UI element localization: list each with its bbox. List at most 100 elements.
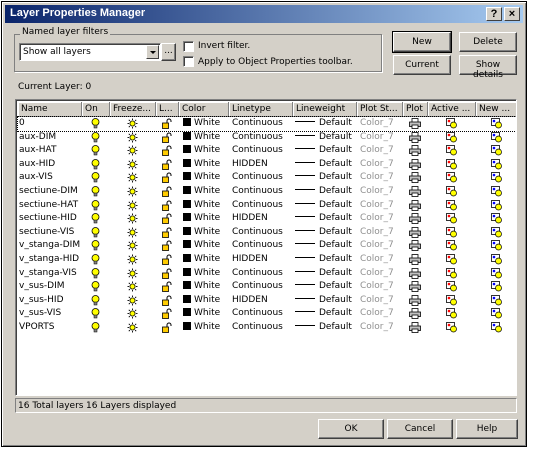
lightbulb-on-icon[interactable] [91,254,100,268]
title-bar[interactable]: Layer Properties Manager ? × [5,5,523,23]
layer-lineweight-cell[interactable]: Default [295,144,357,158]
unlock-icon[interactable] [162,281,172,295]
sun-thawed-icon[interactable] [127,213,138,227]
layer-linetype[interactable]: HIDDEN [232,158,292,172]
column-header-7[interactable]: Plot St... [357,102,403,117]
unlock-icon[interactable] [162,295,172,309]
layer-row[interactable]: v_stanga-VIS White Continuous Default Color_… [18,267,516,282]
layer-row[interactable]: sectiune-HID White HIDDEN Default Color_7 [18,212,516,227]
new-viewport-freeze-icon[interactable] [491,267,503,282]
layer-linetype[interactable]: Continuous [232,131,292,145]
printer-icon[interactable] [409,213,421,227]
layer-linetype[interactable]: Continuous [232,117,292,131]
column-header-2[interactable]: Freeze... [110,102,156,117]
layer-color-cell[interactable]: White [183,307,229,321]
sun-thawed-icon[interactable] [127,118,138,132]
sun-thawed-icon[interactable] [127,145,138,159]
layer-lineweight-cell[interactable]: Default [295,294,357,308]
layer-row[interactable]: VPORTS White Continuous Default Color_7 [18,321,516,336]
viewport-freeze-icon[interactable] [446,131,458,146]
column-header-9[interactable]: Active ... [428,102,476,117]
set-current-button[interactable]: Current [393,55,451,75]
lightbulb-on-icon[interactable] [91,322,100,336]
layer-name[interactable]: v_stanga-DIM [19,239,81,253]
layer-row[interactable]: aux-HAT White Continuous Default Color_7 [18,144,516,159]
layer-color-cell[interactable]: White [183,117,229,131]
layer-row[interactable]: v_stanga-HID White HIDDEN Default Color_7 [18,253,516,268]
viewport-freeze-icon[interactable] [446,226,458,241]
unlock-icon[interactable] [162,145,172,159]
layer-name[interactable]: v_sus-HID [19,294,81,308]
unlock-icon[interactable] [162,200,172,214]
sun-thawed-icon[interactable] [127,254,138,268]
layer-lineweight-cell[interactable]: Default [295,253,357,267]
column-header-0[interactable]: Name [18,102,82,117]
show-details-button[interactable]: Show details [459,55,517,80]
layer-row[interactable]: v_sus-VIS White Continuous Default Color_7 [18,307,516,322]
layer-name[interactable]: 0 [19,117,81,131]
printer-icon[interactable] [409,226,421,241]
new-viewport-freeze-icon[interactable] [491,172,503,186]
lightbulb-on-icon[interactable] [91,294,100,309]
layer-name[interactable]: v_sus-DIM [19,280,81,294]
unlock-icon[interactable] [162,227,172,241]
layer-lineweight-cell[interactable]: Default [295,117,357,131]
layer-name[interactable]: sectiune-DIM [19,185,81,199]
layer-color-cell[interactable]: White [183,171,229,185]
viewport-freeze-icon[interactable] [446,294,458,309]
layer-name[interactable]: VPORTS [19,321,81,335]
lightbulb-on-icon[interactable] [91,226,100,241]
layer-linetype[interactable]: Continuous [232,307,292,321]
unlock-icon[interactable] [162,322,172,336]
layer-row[interactable]: v_sus-HID White HIDDEN Default Color_7 [18,294,516,309]
layer-lineweight-cell[interactable]: Default [295,321,357,335]
layer-row[interactable]: 0 White Continuous Default Color_7 [17,116,516,132]
column-header-1[interactable]: On [82,102,110,117]
unlock-icon[interactable] [162,268,172,282]
layer-color-cell[interactable]: White [183,131,229,145]
layer-lineweight-cell[interactable]: Default [295,226,357,240]
sun-thawed-icon[interactable] [127,132,138,146]
layer-linetype[interactable]: Continuous [232,185,292,199]
sun-thawed-icon[interactable] [127,268,138,282]
filter-browse-button[interactable]: ... [161,43,176,61]
lightbulb-on-icon[interactable] [91,158,100,173]
chevron-down-icon[interactable] [146,45,159,59]
layer-linetype[interactable]: Continuous [232,267,292,281]
new-viewport-freeze-icon[interactable] [491,118,503,132]
layer-name[interactable]: v_sus-VIS [19,307,81,321]
layer-lineweight-cell[interactable]: Default [295,171,357,185]
new-viewport-freeze-icon[interactable] [491,158,503,173]
cancel-button[interactable]: Cancel [387,419,453,439]
lightbulb-on-icon[interactable] [91,240,100,254]
new-viewport-freeze-icon[interactable] [491,199,503,214]
layer-name[interactable]: aux-HID [19,158,81,172]
column-header-5[interactable]: Linetype [229,102,293,117]
lightbulb-on-icon[interactable] [91,213,100,227]
layer-lineweight-cell[interactable]: Default [295,158,357,172]
layer-color-cell[interactable]: White [183,185,229,199]
layer-color-cell[interactable]: White [183,253,229,267]
layer-linetype[interactable]: HIDDEN [232,253,292,267]
layer-linetype[interactable]: Continuous [232,226,292,240]
layer-name[interactable]: aux-VIS [19,171,81,185]
printer-icon[interactable] [409,131,421,146]
new-viewport-freeze-icon[interactable] [491,294,503,309]
unlock-icon[interactable] [162,240,172,254]
sun-thawed-icon[interactable] [127,281,138,295]
layer-lineweight-cell[interactable]: Default [295,307,357,321]
new-viewport-freeze-icon[interactable] [491,145,503,159]
layer-lineweight-cell[interactable]: Default [295,131,357,145]
sun-thawed-icon[interactable] [127,186,138,200]
layer-color-cell[interactable]: White [183,294,229,308]
column-header-10[interactable]: New ... [476,102,516,117]
lightbulb-on-icon[interactable] [91,186,100,200]
sun-thawed-icon[interactable] [127,308,138,322]
printer-icon[interactable] [409,322,421,336]
new-viewport-freeze-icon[interactable] [491,322,503,336]
printer-icon[interactable] [409,118,421,132]
layer-name[interactable]: aux-DIM [19,131,81,145]
layer-lineweight-cell[interactable]: Default [295,212,357,226]
layer-linetype[interactable]: Continuous [232,321,292,335]
lightbulb-on-icon[interactable] [91,131,100,146]
